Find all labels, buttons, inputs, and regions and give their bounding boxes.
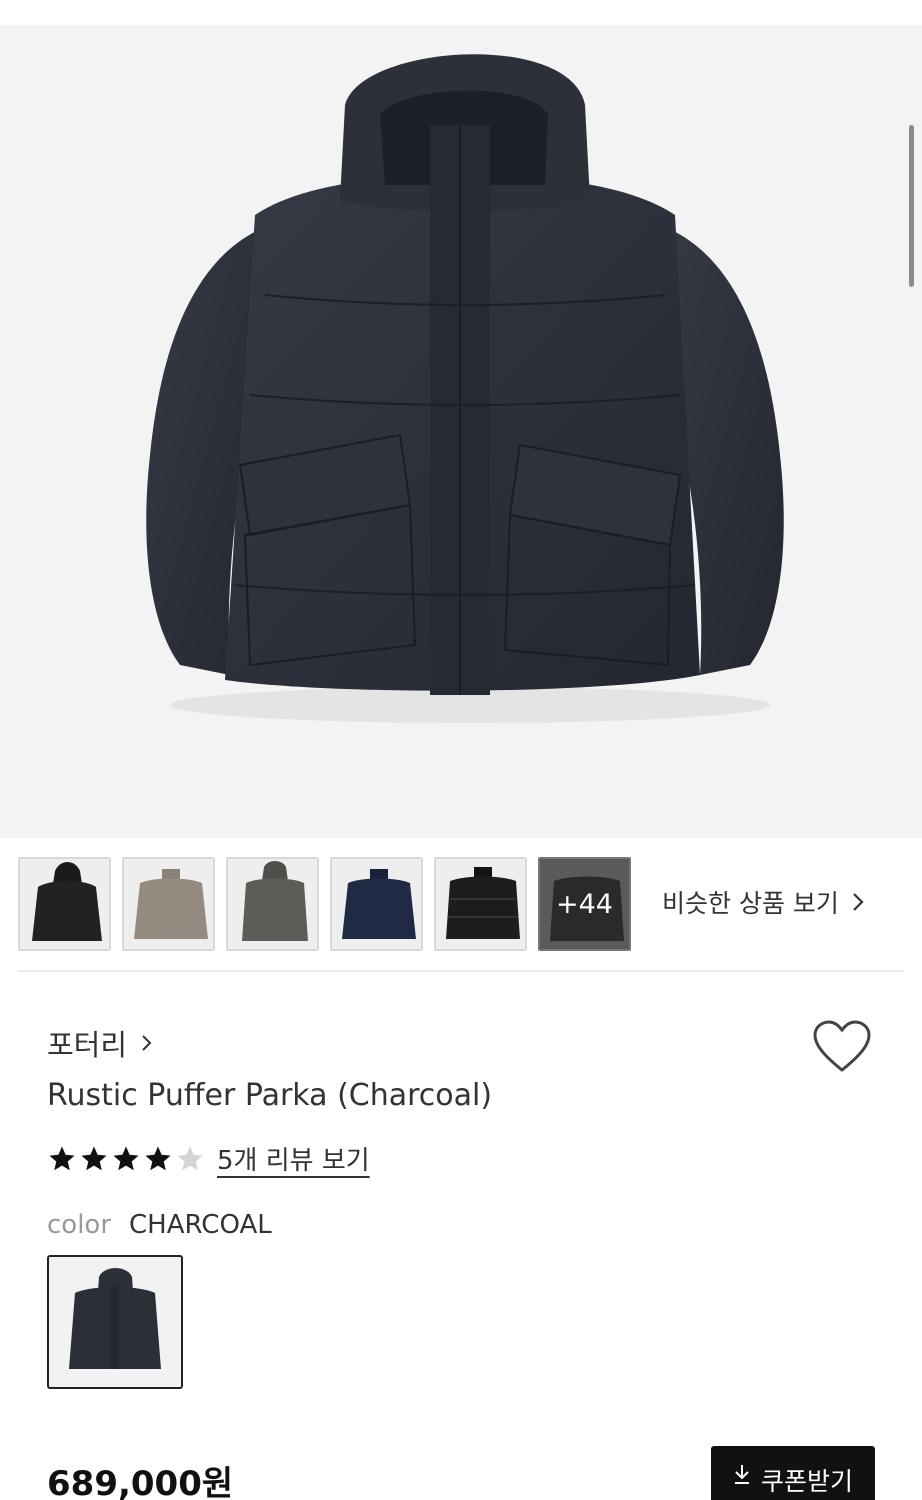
puffer-parka-image [146,54,784,723]
rating-stars [47,1144,205,1174]
khaki-hooded-puffer-thumbnail [242,861,308,941]
chevron-right-icon [142,1035,152,1051]
black-hooded-puffer-thumbnail [32,862,102,941]
star-filled-icon [145,1146,171,1170]
thumbnail-black-hooded-puffer[interactable] [18,857,111,951]
download-icon [734,1465,749,1484]
scrollbar[interactable] [909,125,914,287]
black-quilted-puffer-thumbnail [446,867,520,939]
product-detail-page: +44 비슷한 상품 보기 포터리 Rustic Puffer Parka (C… [0,0,922,1500]
charcoal-parka-swatch-image [69,1268,161,1369]
color-value: CHARCOAL [129,1210,272,1240]
heart-icon [813,1020,871,1072]
star-filled-icon [113,1146,139,1170]
navy-puffer-thumbnail [342,869,416,939]
beige-puffer-thumbnail [134,869,208,939]
thumbnail-more[interactable]: +44 [538,857,631,951]
color-label: color [47,1210,112,1240]
product-title: Rustic Puffer Parka (Charcoal) [47,1078,493,1113]
get-coupon-button[interactable]: 쿠폰받기 [711,1446,875,1500]
similar-products-link[interactable]: 비슷한 상품 보기 [662,884,865,920]
product-main-image[interactable] [0,25,922,838]
thumbnail-beige-puffer[interactable] [122,857,215,951]
similar-products-label: 비슷한 상품 보기 [662,889,839,918]
star-filled-icon [49,1146,75,1170]
rating-row: 5개 리뷰 보기 [47,1140,370,1177]
color-option-charcoal[interactable] [47,1255,183,1389]
reviews-link[interactable]: 5개 리뷰 보기 [217,1140,370,1177]
more-count: +44 [556,888,613,920]
chevron-right-icon [853,893,864,911]
star-empty-icon [177,1146,203,1170]
product-price: 689,000원 [47,1464,234,1500]
thumbnail-black-quilted-puffer[interactable] [434,857,527,951]
wishlist-button[interactable] [812,1020,872,1078]
brand-link[interactable]: 포터리 [47,1022,153,1064]
divider [18,970,904,972]
brand-name: 포터리 [47,1028,128,1062]
color-row: color CHARCOAL [47,1210,272,1240]
star-filled-icon [81,1146,107,1170]
coupon-label: 쿠폰받기 [760,1467,853,1496]
thumbnail-khaki-hooded-puffer[interactable] [226,857,319,951]
similar-products-thumbnails: +44 [18,857,631,952]
thumbnail-navy-puffer[interactable] [330,857,423,951]
